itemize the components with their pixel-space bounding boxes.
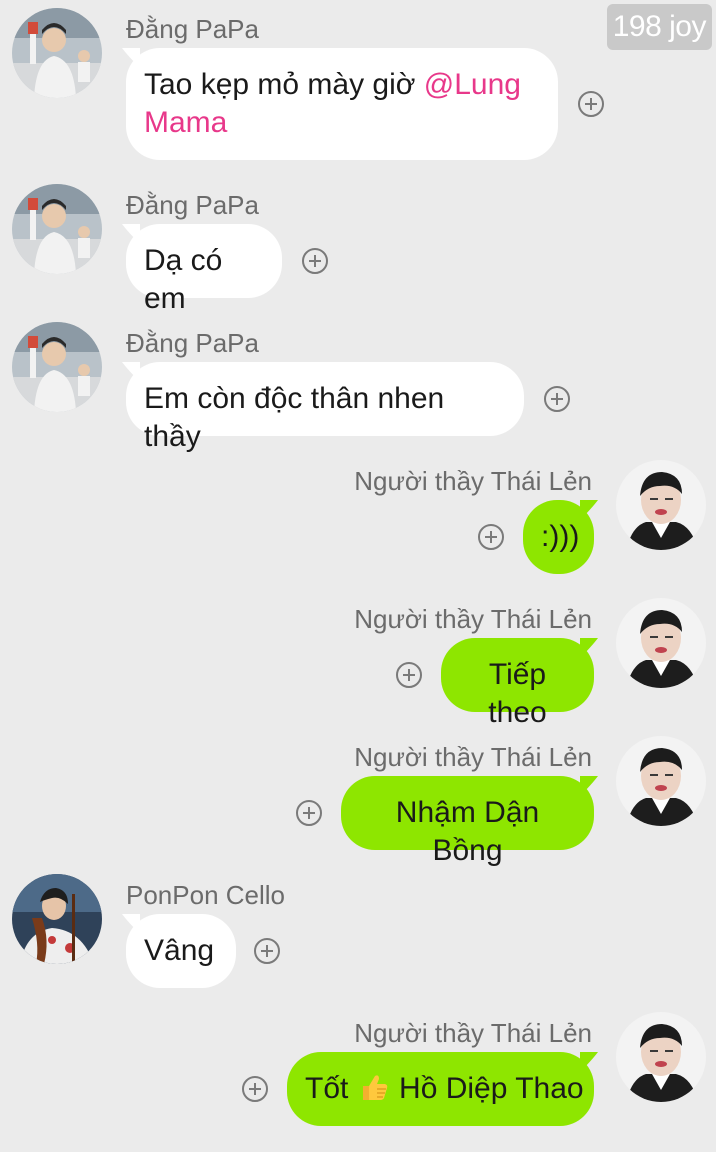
message-bubble[interactable]: Tiếp theo — [441, 638, 594, 729]
message-text: Nhậm Dận Bồng — [395, 796, 540, 867]
add-reaction-icon[interactable] — [478, 524, 504, 550]
add-reaction-icon[interactable] — [396, 662, 422, 688]
avatar-image — [616, 460, 706, 550]
message-text: Tao kẹp mỏ mày giờ — [144, 68, 424, 101]
watermark: 198 joy — [606, 4, 712, 50]
bubble-tail-icon — [118, 362, 140, 382]
avatar-image — [12, 8, 102, 98]
add-reaction-icon[interactable] — [242, 1076, 268, 1102]
message-text: Vâng — [144, 934, 215, 967]
avatar-image — [12, 322, 102, 412]
avatar-image — [616, 598, 706, 688]
add-reaction-icon[interactable] — [302, 248, 328, 274]
bubble-tail-icon — [580, 776, 602, 796]
message-bubble[interactable]: Dạ có em — [126, 224, 282, 315]
avatar-dang-papa[interactable] — [12, 322, 102, 412]
bubble-tail-icon — [118, 224, 140, 244]
avatar-image — [616, 736, 706, 826]
message-text: Em còn độc thân nhen thầy — [144, 382, 445, 453]
add-reaction-icon[interactable] — [578, 91, 604, 117]
avatar-thai-len[interactable] — [616, 736, 706, 826]
add-reaction-icon[interactable] — [544, 386, 570, 412]
avatar-dang-papa[interactable] — [12, 184, 102, 274]
message-text: Dạ có em — [144, 244, 223, 315]
avatar-thai-len[interactable] — [616, 460, 706, 550]
message-text: Hồ Diệp Thao — [390, 1072, 584, 1105]
mention-link[interactable]: Mama — [144, 106, 227, 139]
message-bubble[interactable]: Em còn độc thân nhen thầy — [126, 362, 524, 453]
message-bubble[interactable]: Tao kẹp mỏ mày giờ @Lung Mama — [126, 48, 558, 160]
bubble-tail-icon — [580, 638, 602, 658]
message-text: Tiếp theo — [488, 658, 547, 729]
bubble-tail-icon — [580, 500, 602, 520]
avatar-thai-len[interactable] — [616, 598, 706, 688]
bubble-tail-icon — [580, 1052, 602, 1072]
sender-name: Đằng PaPa — [126, 14, 259, 44]
message-bubble[interactable]: Vâng — [126, 914, 236, 988]
bubble-tail-icon — [118, 914, 140, 934]
add-reaction-icon[interactable] — [296, 800, 322, 826]
sender-name: Đằng PaPa — [126, 328, 259, 358]
message-text: :))) — [541, 520, 580, 553]
message-bubble[interactable]: Tốt Hồ Diệp Thao — [287, 1052, 594, 1126]
avatar-ponpon-cello[interactable] — [12, 874, 102, 964]
mention-link[interactable]: @Lung — [424, 68, 521, 101]
sender-name: Người thầy Thái Lẻn — [354, 1018, 592, 1048]
avatar-image — [616, 1012, 706, 1102]
message-bubble[interactable]: :))) — [523, 500, 594, 574]
sender-name: Người thầy Thái Lẻn — [354, 604, 592, 634]
bubble-tail-icon — [118, 48, 140, 68]
sender-name: Đằng PaPa — [126, 190, 259, 220]
avatar-image — [12, 184, 102, 274]
avatar-dang-papa[interactable] — [12, 8, 102, 98]
sender-name: PonPon Cello — [126, 880, 285, 910]
avatar-image — [12, 874, 102, 964]
add-reaction-icon[interactable] — [254, 938, 280, 964]
message-text: Tốt — [305, 1072, 357, 1105]
avatar-thai-len[interactable] — [616, 1012, 706, 1102]
thumbs-up-icon — [362, 1075, 387, 1100]
message-bubble[interactable]: Nhậm Dận Bồng — [341, 776, 594, 867]
sender-name: Người thầy Thái Lẻn — [354, 742, 592, 772]
sender-name: Người thầy Thái Lẻn — [354, 466, 592, 496]
